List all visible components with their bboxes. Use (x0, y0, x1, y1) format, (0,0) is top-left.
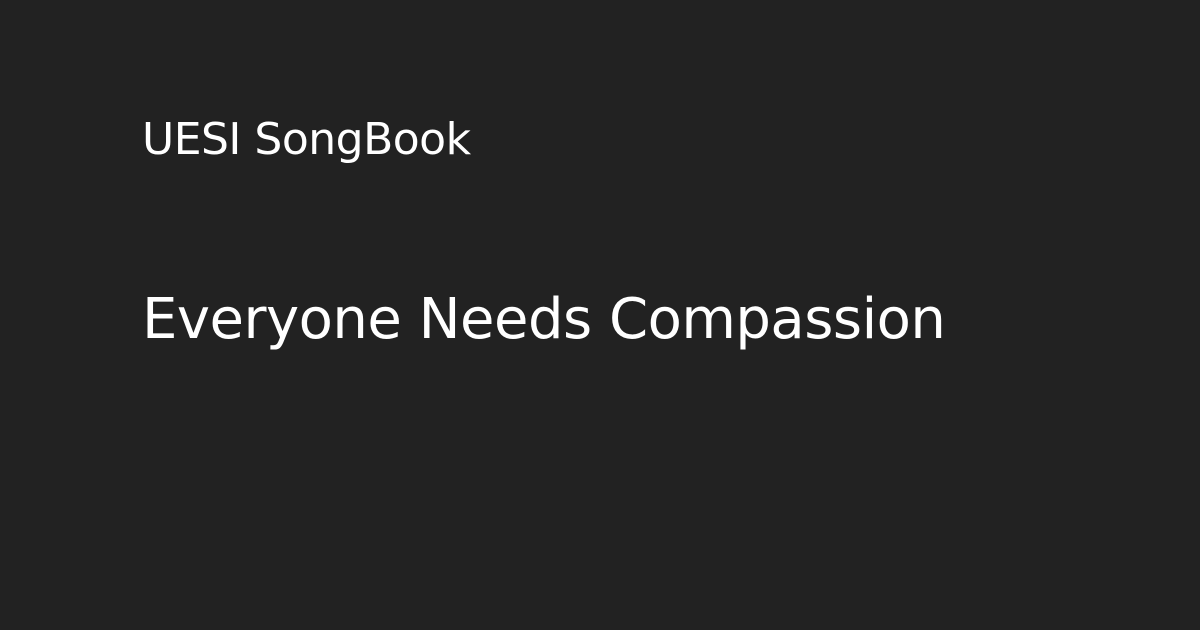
site-name: UESI SongBook (142, 114, 471, 165)
social-preview-card: UESI SongBook Everyone Needs Compassion (0, 0, 1200, 630)
song-title: Everyone Needs Compassion (142, 287, 946, 352)
